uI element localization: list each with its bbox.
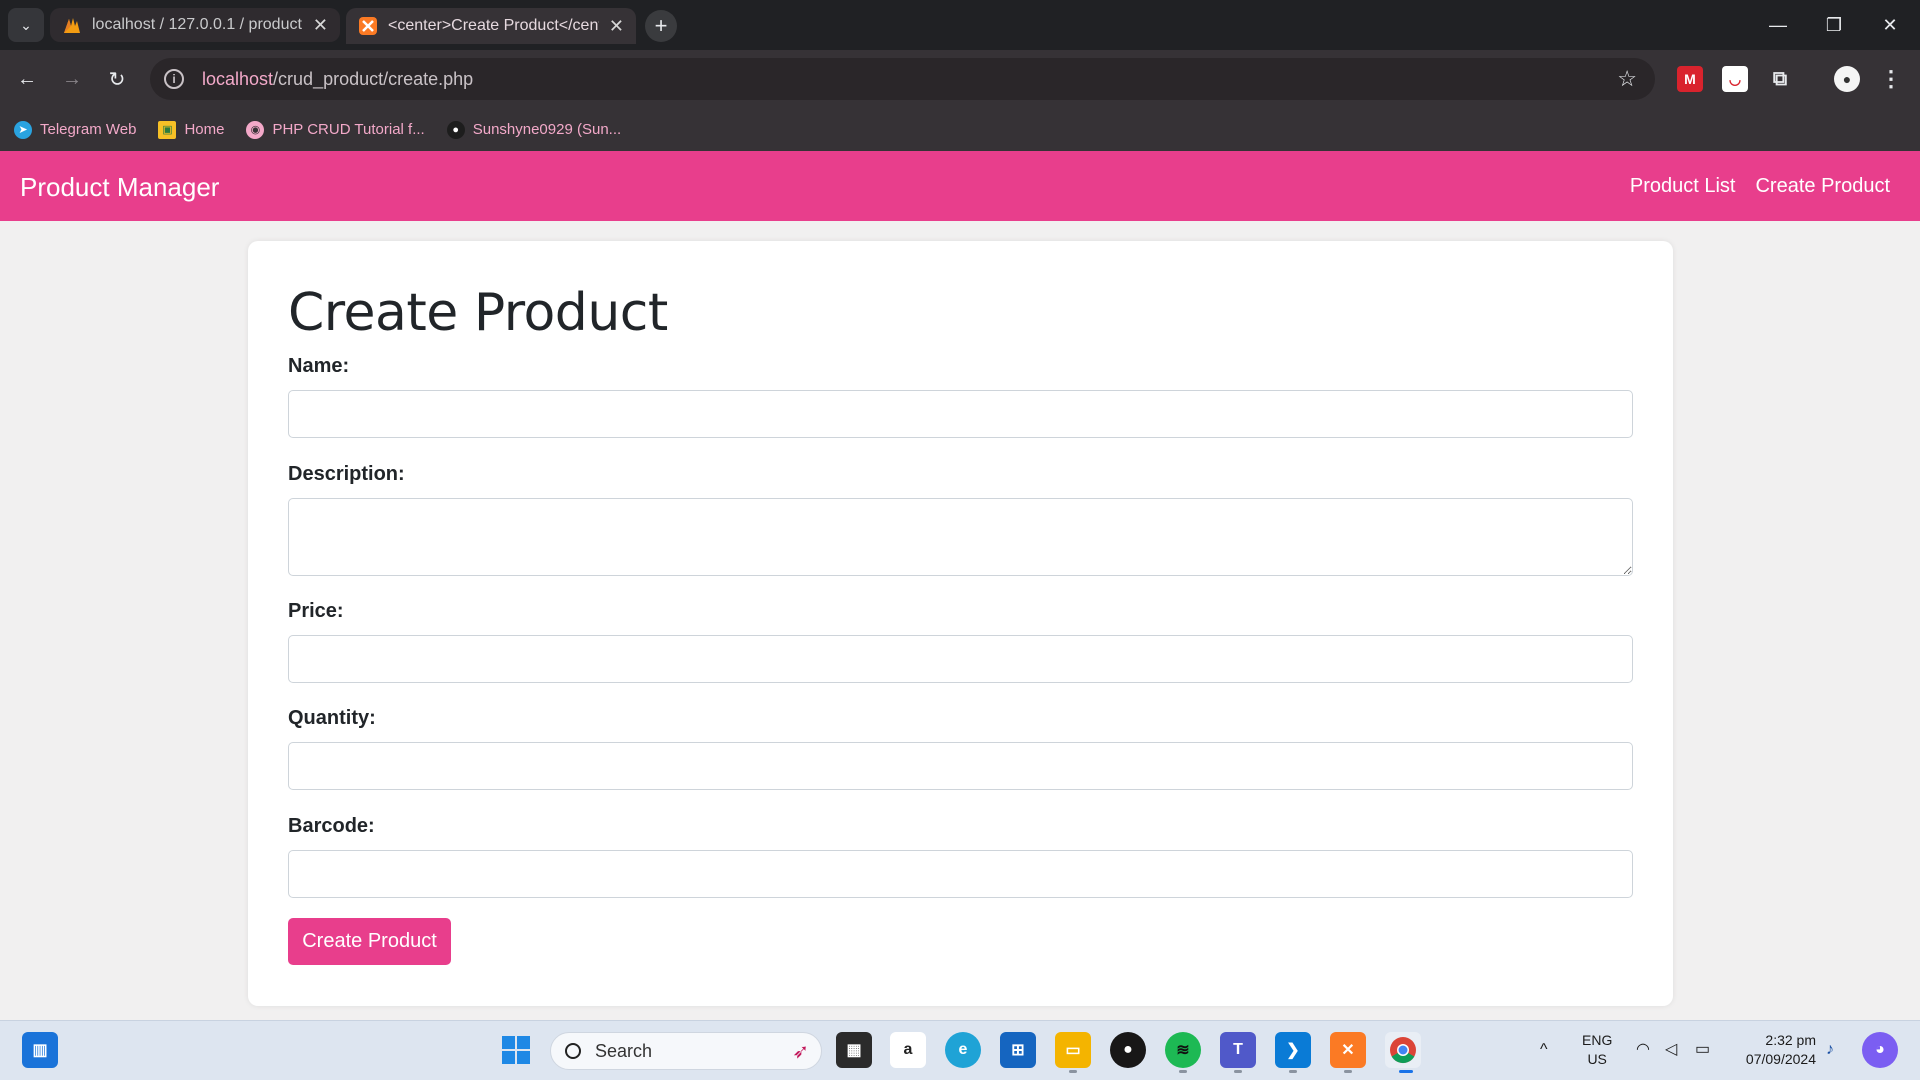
bookmark-home[interactable]: ▣ Home (158, 120, 225, 139)
running-indicator (1234, 1070, 1242, 1073)
page-title: Create Product (288, 283, 668, 343)
hummingbird-icon: ➶ (792, 1040, 809, 1063)
edge-icon[interactable]: e (945, 1032, 981, 1068)
wifi-icon[interactable]: ◠ (1636, 1040, 1650, 1059)
close-window-icon[interactable]: ✕ (1862, 0, 1918, 50)
tab-search-button[interactable]: ⌄ (8, 8, 44, 42)
telegram-icon: ➤ (14, 120, 32, 139)
back-icon[interactable]: ← (12, 64, 42, 94)
running-indicator (1179, 1070, 1187, 1073)
browser-tab-create-product[interactable]: <center>Create Product</center> ✕ (346, 8, 636, 44)
vscode-icon[interactable]: ❯ (1275, 1032, 1311, 1068)
barcode-input[interactable] (288, 850, 1633, 898)
description-textarea[interactable] (288, 498, 1633, 576)
spotify-icon[interactable]: ≋ (1165, 1032, 1201, 1068)
close-tab-icon[interactable]: ✕ (313, 15, 328, 36)
nav-link-product-list[interactable]: Product List (1630, 175, 1736, 198)
reload-icon[interactable]: ↻ (102, 64, 132, 94)
chrome-icon[interactable] (1385, 1032, 1421, 1068)
price-input[interactable] (288, 635, 1633, 683)
forward-icon[interactable]: → (57, 64, 87, 94)
xampp-icon (358, 16, 378, 36)
taskbar-search[interactable]: Search ➶ (550, 1032, 822, 1070)
bookmark-label: Home (184, 121, 225, 138)
search-icon (565, 1043, 581, 1059)
site-navbar: Product Manager Product List Create Prod… (0, 151, 1920, 221)
bookmark-label: PHP CRUD Tutorial f... (272, 121, 425, 138)
nav-link-create-product[interactable]: Create Product (1755, 175, 1890, 198)
name-input[interactable] (288, 390, 1633, 438)
pocket-icon[interactable]: ◡ (1722, 66, 1748, 92)
widgets-icon[interactable]: ▥ (22, 1032, 58, 1068)
extension-red-icon[interactable]: M (1677, 66, 1703, 92)
browser-tab-phpmyadmin[interactable]: localhost / 127.0.0.1 / product | ✕ (50, 8, 340, 42)
bookmark-label: Sunshyne0929 (Sun... (472, 121, 622, 138)
store-icon[interactable]: ⊞ (1000, 1032, 1036, 1068)
running-indicator (1344, 1070, 1352, 1073)
github-icon: ● (446, 120, 465, 139)
create-product-card: Create Product Name: Description: Price:… (248, 241, 1673, 1006)
restore-icon[interactable]: ❐ (1806, 0, 1862, 50)
name-label: Name: (288, 355, 350, 377)
site-info-icon[interactable]: i (164, 69, 184, 89)
bookmark-php-crud[interactable]: ◉ PHP CRUD Tutorial f... (246, 120, 425, 139)
xampp-taskbar-icon[interactable]: ✕ (1330, 1032, 1366, 1068)
bookmark-star-icon[interactable]: ☆ (1617, 66, 1637, 92)
task-view-icon[interactable]: ▦ (836, 1032, 872, 1068)
phpmyadmin-icon (62, 15, 82, 35)
quantity-label: Quantity: (288, 707, 376, 729)
close-tab-icon[interactable]: ✕ (609, 16, 624, 37)
globe-icon: ◉ (246, 120, 265, 139)
bookmark-github[interactable]: ● Sunshyne0929 (Sun... (446, 120, 622, 139)
extensions-puzzle-icon[interactable]: ⧉ (1767, 66, 1793, 92)
file-explorer-icon[interactable]: ▭ (1055, 1032, 1091, 1068)
barcode-label: Barcode: (288, 815, 375, 837)
amazon-icon[interactable]: a (890, 1032, 926, 1068)
windows-start-icon[interactable] (498, 1032, 534, 1068)
tab-title: <center>Create Product</center> (388, 17, 599, 34)
price-label: Price: (288, 600, 344, 622)
language-indicator[interactable]: ENG US (1582, 1031, 1612, 1069)
bookmark-telegram[interactable]: ➤ Telegram Web (14, 120, 137, 139)
search-placeholder: Search (595, 1040, 653, 1061)
quantity-input[interactable] (288, 742, 1633, 790)
browser-tab-strip: ⌄ localhost / 127.0.0.1 / product | ✕ <c… (0, 0, 1920, 50)
show-hidden-icons[interactable]: ^ (1540, 1040, 1548, 1059)
minimize-icon[interactable]: — (1750, 0, 1806, 50)
address-bar[interactable]: i localhost/crud_product/create.php ☆ (150, 58, 1655, 100)
running-indicator (1069, 1070, 1077, 1073)
tab-title: localhost / 127.0.0.1 / product | (92, 16, 303, 33)
active-indicator (1399, 1070, 1413, 1073)
url-text[interactable]: localhost/crud_product/create.php (202, 69, 473, 90)
notification-bell-icon[interactable]: ♪ (1826, 1040, 1834, 1059)
teams-icon[interactable]: T (1220, 1032, 1256, 1068)
description-label: Description: (288, 463, 405, 485)
create-product-button[interactable]: Create Product (288, 918, 451, 965)
bookmarks-bar: ➤ Telegram Web ▣ Home ◉ PHP CRUD Tutoria… (0, 108, 1920, 151)
browser-menu-icon[interactable]: ⋮ (1878, 66, 1904, 92)
brand-logo-text[interactable]: Product Manager (20, 172, 219, 203)
battery-icon[interactable]: ▭ (1695, 1040, 1710, 1059)
profile-avatar[interactable]: ● (1834, 66, 1860, 92)
clock[interactable]: 2:32 pm 07/09/2024 (1730, 1031, 1816, 1069)
classroom-icon: ▣ (158, 120, 177, 139)
bookmark-label: Telegram Web (40, 121, 137, 138)
running-indicator (1289, 1070, 1297, 1073)
nav-links: Product List Create Product (1630, 175, 1890, 198)
github-desktop-icon[interactable]: ● (1110, 1032, 1146, 1068)
new-tab-button[interactable]: + (645, 10, 677, 42)
volume-icon[interactable]: ◁ (1665, 1040, 1677, 1059)
copilot-icon[interactable]: ◕ (1862, 1032, 1898, 1068)
